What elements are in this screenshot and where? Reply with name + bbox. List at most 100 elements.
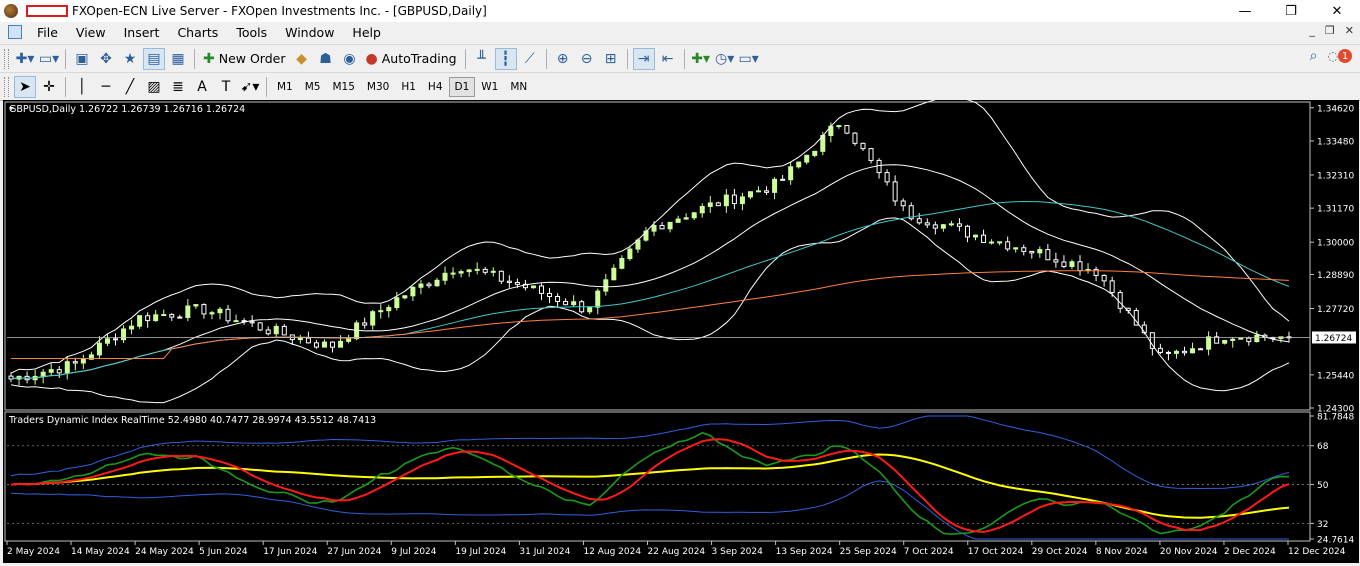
close-button[interactable]: ✕ [1314, 0, 1360, 22]
messages-icon[interactable]: ◌ 1 [1328, 49, 1352, 63]
menu-help[interactable]: Help [343, 25, 390, 40]
candle [330, 341, 336, 348]
candle [201, 304, 207, 315]
axis-layer: 1.26724 1.34620 1.33480 1.32310 1.31170 1.300… [6, 104, 1356, 557]
menu-window[interactable]: Window [276, 25, 343, 40]
candle [321, 341, 327, 348]
toolbar-separator [65, 76, 66, 97]
timeframe-w1[interactable]: W1 [475, 77, 504, 97]
candle [964, 225, 970, 238]
candle [1013, 247, 1019, 250]
menu-view[interactable]: View [67, 25, 115, 40]
candle [555, 295, 561, 302]
signals-icon[interactable]: ◉ [339, 48, 361, 70]
timeframe-m5[interactable]: M5 [299, 77, 327, 97]
timeframe-m30[interactable]: M30 [361, 77, 395, 97]
candle [691, 212, 697, 219]
line-chart-icon[interactable]: ⟋ [519, 48, 541, 70]
chart-window-icon[interactable] [8, 25, 22, 39]
new-order-icon: ✚ [203, 50, 215, 67]
fibonacci-icon[interactable]: ≣ [167, 76, 189, 98]
menu-insert[interactable]: Insert [115, 25, 169, 40]
menu-charts[interactable]: Charts [168, 25, 227, 40]
timeframe-m1[interactable]: M1 [271, 77, 299, 97]
date-tick-label: 12 Dec 2024 [1288, 547, 1346, 557]
metaeditor-icon[interactable]: ◆ [291, 48, 313, 70]
minimize-button[interactable]: — [1222, 0, 1268, 22]
toolbar-grip[interactable] [4, 76, 9, 97]
menu-file[interactable]: File [28, 25, 67, 40]
date-tick-label: 31 Jul 2024 [519, 547, 570, 557]
candle [362, 322, 368, 326]
price-chart[interactable]: 1.26724 1.34620 1.33480 1.32310 1.31170 1.300… [3, 97, 1359, 563]
auto-trading-icon: ● [365, 50, 378, 67]
strategy-tester-icon[interactable]: ▦ [167, 48, 189, 70]
price-tick-label: 1.31170 [1317, 205, 1354, 215]
candle [185, 305, 191, 318]
timeframe-d1[interactable]: D1 [448, 76, 476, 97]
main-plot-frame [4, 101, 1311, 411]
indicator-layer [7, 415, 1310, 540]
crosshair-icon[interactable]: ✛ [38, 76, 60, 98]
candle [651, 225, 657, 232]
menu-tools[interactable]: Tools [227, 25, 276, 40]
periods-icon[interactable]: ◷▾ [714, 48, 736, 70]
candlestick-chart-icon[interactable]: ┇ [494, 47, 517, 70]
horizontal-line-icon[interactable]: ─ [95, 76, 117, 98]
candle [1069, 261, 1075, 267]
indicators-icon[interactable]: ✚▾ [690, 48, 712, 70]
market-watch-icon[interactable]: ▣ [71, 48, 93, 70]
maximize-button[interactable]: ❐ [1268, 0, 1314, 22]
navigator-icon[interactable]: ★ [119, 48, 141, 70]
candle [402, 295, 408, 299]
equidistant-channel-icon[interactable]: ▨ [143, 76, 165, 98]
candle [145, 315, 151, 322]
toolbar-separator [683, 48, 685, 69]
candle [739, 196, 745, 205]
date-tick-label: 17 Oct 2024 [968, 547, 1024, 557]
candle [1109, 280, 1115, 294]
candle [297, 337, 303, 341]
new-order-button[interactable]: ✚ New Order [199, 48, 290, 70]
text-label-icon[interactable]: T [215, 76, 237, 98]
zoom-out-icon[interactable]: ⊖ [576, 48, 598, 70]
candle [804, 154, 810, 163]
tile-windows-icon[interactable]: ⊞ [600, 48, 622, 70]
profiles-icon[interactable]: ▭▾ [38, 48, 60, 70]
timeframe-h1[interactable]: H1 [395, 77, 422, 97]
candle [72, 361, 78, 364]
market-icon[interactable]: ☗ [315, 48, 337, 70]
chart-shift-icon[interactable]: ⇥ [632, 47, 655, 70]
chart-window[interactable]: 1.26724 1.34620 1.33480 1.32310 1.31170 1.300… [3, 97, 1359, 563]
date-tick-label: 22 Aug 2024 [648, 547, 706, 557]
mdi-restore-button[interactable]: ❐ [1325, 24, 1335, 37]
mdi-minimize-button[interactable]: _ [1309, 24, 1315, 37]
toolbar-grip[interactable] [4, 48, 9, 69]
candle [104, 338, 110, 344]
candle [916, 218, 922, 224]
cursor-icon[interactable]: ➤ [14, 75, 36, 98]
vertical-line-icon[interactable]: │ [71, 76, 93, 98]
data-window-icon[interactable]: ✥ [95, 48, 117, 70]
current-price-label: 1.26724 [1315, 334, 1352, 344]
search-icon[interactable]: ⌕ [1310, 48, 1318, 64]
date-tick-label: 20 Nov 2024 [1160, 547, 1218, 557]
candle [1037, 249, 1043, 254]
bar-chart-icon[interactable]: ╨ [471, 48, 493, 70]
trendline-icon[interactable]: ╱ [119, 76, 141, 98]
candle [450, 272, 456, 275]
timeframe-m15[interactable]: M15 [327, 77, 361, 97]
terminal-icon[interactable]: ▤ [143, 47, 165, 70]
zoom-in-icon[interactable]: ⊕ [552, 48, 574, 70]
timeframe-mn[interactable]: MN [504, 77, 533, 97]
templates-icon[interactable]: ▭▾ [738, 48, 760, 70]
candle [852, 132, 858, 144]
timeframe-h4[interactable]: H4 [422, 77, 449, 97]
candle [1005, 241, 1011, 250]
mdi-close-button[interactable]: ✕ [1345, 24, 1354, 37]
auto-scroll-icon[interactable]: ⇤ [657, 48, 679, 70]
new-chart-icon[interactable]: ✚▾ [14, 48, 36, 70]
text-icon[interactable]: A [191, 76, 213, 98]
arrows-icon[interactable]: ➹▾ [239, 76, 261, 98]
auto-trading-button[interactable]: ● AutoTrading [362, 48, 461, 70]
